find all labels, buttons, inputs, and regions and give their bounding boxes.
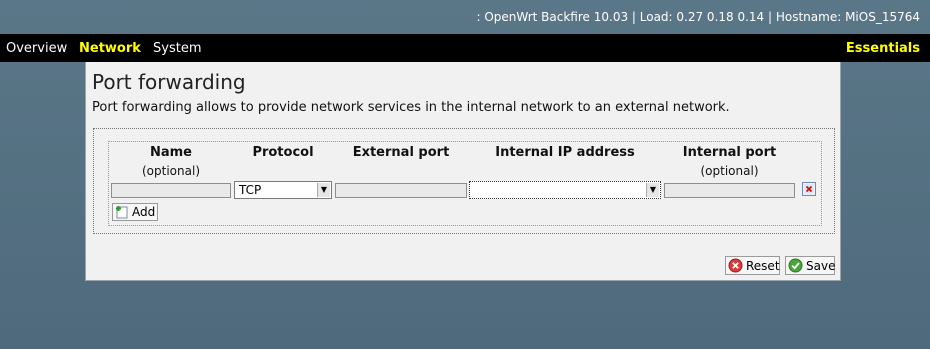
port-forwarding-table: Name (optional) Protocol External port I… bbox=[108, 141, 822, 226]
internal-port-input[interactable] bbox=[664, 183, 795, 198]
menu-item-system[interactable]: System bbox=[153, 41, 201, 56]
port-forwarding-section: Name (optional) Protocol External port I… bbox=[93, 128, 835, 234]
content-panel: Port forwarding Port forwarding allows t… bbox=[85, 62, 841, 281]
column-header-external-port: External port bbox=[352, 145, 450, 160]
menu-item-essentials[interactable]: Essentials bbox=[846, 41, 920, 56]
save-button-label: Save bbox=[806, 259, 836, 273]
protocol-select[interactable]: TCP ▼ bbox=[234, 181, 332, 199]
header: : OpenWrt Backfire 10.03 | Load: 0.27 0.… bbox=[0, 0, 930, 34]
column-subheader-internal-port: (optional) bbox=[700, 164, 759, 178]
add-button-label: Add bbox=[132, 205, 156, 219]
reset-button[interactable]: Reset bbox=[725, 256, 780, 275]
column-header-name: Name bbox=[149, 145, 192, 160]
page-description: Port forwarding allows to provide networ… bbox=[92, 100, 730, 115]
system-status: : OpenWrt Backfire 10.03 | Load: 0.27 0.… bbox=[476, 10, 920, 24]
reset-button-label: Reset bbox=[746, 259, 780, 273]
column-header-internal-port: Internal port bbox=[682, 145, 777, 160]
page-title: Port forwarding bbox=[92, 70, 246, 94]
save-icon bbox=[788, 258, 803, 273]
save-button[interactable]: Save bbox=[785, 256, 835, 275]
internal-ip-select[interactable]: ▼ bbox=[469, 181, 661, 199]
chevron-down-icon: ▼ bbox=[317, 183, 330, 197]
add-button[interactable]: Add bbox=[112, 203, 158, 221]
menu-item-overview[interactable]: Overview bbox=[6, 41, 67, 56]
chevron-down-icon: ▼ bbox=[646, 183, 659, 197]
column-header-protocol: Protocol bbox=[252, 145, 314, 160]
remove-row-icon bbox=[804, 184, 814, 194]
column-subheader-name: (optional) bbox=[142, 164, 200, 178]
column-header-internal-ip: Internal IP address bbox=[495, 145, 635, 160]
external-port-input[interactable] bbox=[335, 183, 467, 198]
remove-row-button[interactable] bbox=[802, 182, 816, 196]
main-menu: Overview Network System Essentials bbox=[0, 34, 930, 62]
reset-icon bbox=[728, 258, 743, 273]
add-icon bbox=[116, 206, 128, 219]
name-input[interactable] bbox=[111, 183, 231, 198]
protocol-select-value: TCP bbox=[239, 183, 262, 197]
menu-item-network[interactable]: Network bbox=[79, 41, 141, 56]
